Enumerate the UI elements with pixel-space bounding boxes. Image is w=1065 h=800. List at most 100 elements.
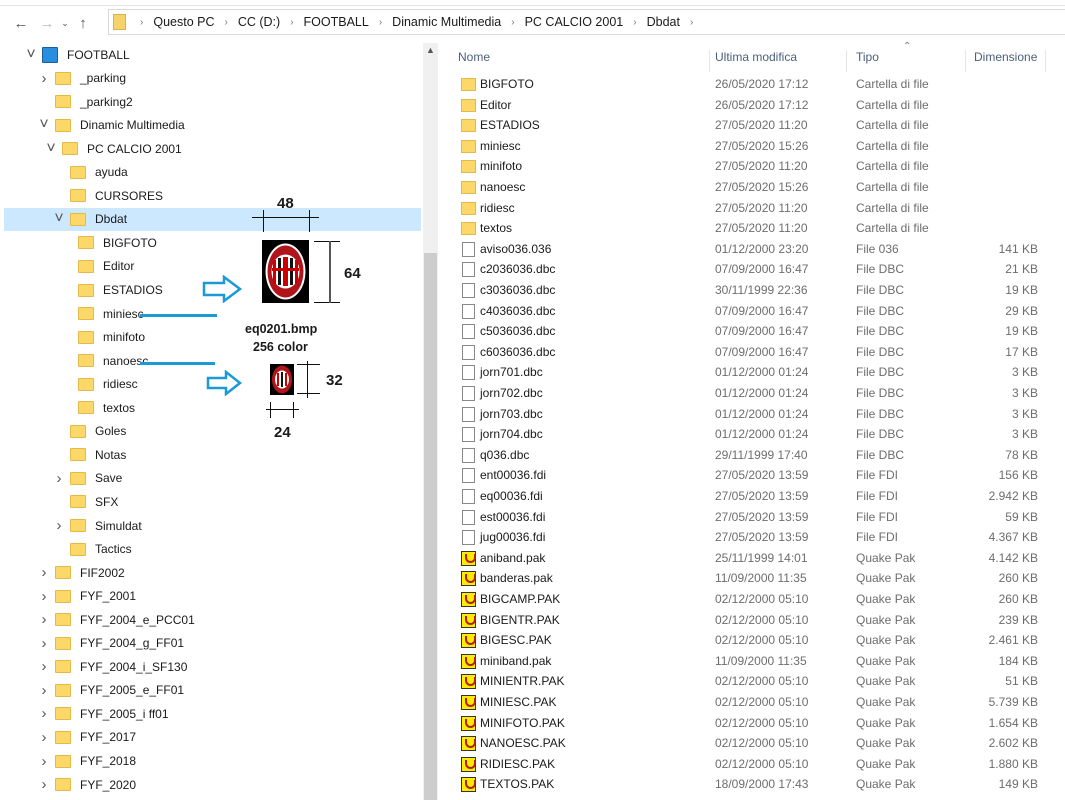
file-row[interactable]: ent00036.fdi 27/05/2020 13:59 File FDI 156 …: [440, 465, 1065, 486]
file-row[interactable]: BIGCAMP.PAK 02/12/2000 05:10 Quake Pak 260 …: [440, 589, 1065, 610]
breadcrumb-separator-icon[interactable]: ›: [379, 17, 382, 28]
tree-item[interactable]: › FYF_2004_e_PCC01: [4, 608, 421, 631]
chevron-right-icon[interactable]: ›: [38, 753, 50, 770]
tree-item[interactable]: › FYF_2001: [4, 585, 421, 608]
file-row[interactable]: textos 27/05/2020 11:20 Cartella di file: [440, 218, 1065, 239]
file-row[interactable]: minifoto 27/05/2020 11:20 Cartella di file: [440, 156, 1065, 177]
tree-item[interactable]: _parking2: [4, 90, 421, 113]
file-row[interactable]: ESTADIOS 27/05/2020 11:20 Cartella di file: [440, 115, 1065, 136]
address-bar[interactable]: › Questo PC › CC (D:) › FOOTBALL › Dinamic Mult…: [108, 9, 1065, 35]
breadcrumb-item[interactable]: Dinamic Multimedia: [392, 15, 501, 29]
file-row[interactable]: jorn703.dbc 01/12/2000 01:24 File DBC 3 KB: [440, 404, 1065, 425]
column-type[interactable]: Tipo: [848, 50, 966, 72]
file-row[interactable]: q036.dbc 29/11/1999 17:40 File DBC 78 KB: [440, 445, 1065, 466]
chevron-right-icon[interactable]: ›: [38, 658, 50, 675]
tree-item[interactable]: Tactics: [4, 538, 421, 561]
file-row[interactable]: banderas.pak 11/09/2000 11:35 Quake Pak 260…: [440, 568, 1065, 589]
chevron-right-icon[interactable]: ›: [38, 776, 50, 793]
file-row[interactable]: nanoesc 27/05/2020 15:26 Cartella di file: [440, 177, 1065, 198]
file-row[interactable]: jorn702.dbc 01/12/2000 01:24 File DBC 3 KB: [440, 383, 1065, 404]
breadcrumb-separator-icon[interactable]: ›: [224, 17, 227, 28]
tree-item[interactable]: › FYF_2020: [4, 773, 421, 796]
file-row[interactable]: c4036036.dbc 07/09/2000 16:47 File DBC 29 K…: [440, 301, 1065, 322]
tree-item[interactable]: minifoto: [4, 326, 421, 349]
tree-item[interactable]: › FYF_2005_i ff01: [4, 702, 421, 725]
file-row[interactable]: BIGFOTO 26/05/2020 17:12 Cartella di file: [440, 74, 1065, 95]
chevron-right-icon[interactable]: ›: [38, 705, 50, 722]
tree-item[interactable]: › FYF_2004_g_FF01: [4, 632, 421, 655]
file-row[interactable]: c3036036.dbc 30/11/1999 22:36 File DBC 19 K…: [440, 280, 1065, 301]
file-row[interactable]: ridiesc 27/05/2020 11:20 Cartella di file: [440, 198, 1065, 219]
file-row[interactable]: jorn704.dbc 01/12/2000 01:24 File DBC 3 KB: [440, 424, 1065, 445]
tree-item[interactable]: textos: [4, 396, 421, 419]
tree-item[interactable]: Goles: [4, 420, 421, 443]
chevron-right-icon[interactable]: ›: [38, 564, 50, 581]
up-button[interactable]: ↑: [72, 15, 94, 32]
tree-item[interactable]: Notas: [4, 443, 421, 466]
file-row[interactable]: c2036036.dbc 07/09/2000 16:47 File DBC 21 K…: [440, 259, 1065, 280]
file-row[interactable]: MINIENTR.PAK 02/12/2000 05:10 Quake Pak 51 …: [440, 671, 1065, 692]
file-row[interactable]: Editor 26/05/2020 17:12 Cartella di file: [440, 95, 1065, 116]
chevron-right-icon[interactable]: ›: [38, 635, 50, 652]
chevron-right-icon[interactable]: ›: [53, 470, 65, 487]
recent-locations-button[interactable]: ⌄: [58, 18, 72, 29]
column-name[interactable]: Nome: [450, 50, 710, 72]
file-row[interactable]: aviso036.036 01/12/2000 23:20 File 036 141 …: [440, 239, 1065, 260]
breadcrumb-separator-icon[interactable]: ›: [290, 17, 293, 28]
column-size[interactable]: Dimensione: [966, 50, 1046, 72]
file-row[interactable]: BIGENTR.PAK 02/12/2000 05:10 Quake Pak 239 …: [440, 610, 1065, 631]
tree-item[interactable]: › Save: [4, 467, 421, 490]
tree-item[interactable]: BIGFOTO: [4, 231, 421, 254]
back-button[interactable]: ←: [10, 15, 32, 32]
file-row[interactable]: est00036.fdi 27/05/2020 13:59 File FDI 59 K…: [440, 507, 1065, 528]
file-row[interactable]: MINIFOTO.PAK 02/12/2000 05:10 Quake Pak 1.6…: [440, 713, 1065, 734]
chevron-down-icon[interactable]: ˅: [53, 210, 65, 228]
chevron-right-icon[interactable]: ›: [38, 729, 50, 746]
tree-item[interactable]: › Simuldat: [4, 514, 421, 537]
tree-item[interactable]: › FYF_2004_i_SF130: [4, 655, 421, 678]
file-row[interactable]: miniesc 27/05/2020 15:26 Cartella di file: [440, 136, 1065, 157]
forward-button[interactable]: →: [36, 15, 58, 32]
tree-item[interactable]: › FYF_2005_e_FF01: [4, 679, 421, 702]
breadcrumb-item[interactable]: Dbdat: [647, 15, 680, 29]
file-row[interactable]: jug00036.fdi 27/05/2020 13:59 File FDI 4.36…: [440, 527, 1065, 548]
tree-item[interactable]: ayuda: [4, 161, 421, 184]
file-row[interactable]: RIDIESC.PAK 02/12/2000 05:10 Quake Pak 1.88…: [440, 754, 1065, 775]
chevron-right-icon[interactable]: ›: [38, 611, 50, 628]
chevron-right-icon[interactable]: ›: [38, 682, 50, 699]
breadcrumb-separator-icon[interactable]: ›: [633, 17, 636, 28]
chevron-down-icon[interactable]: ˅: [45, 140, 57, 158]
tree-item[interactable]: ˅ Dbdat: [4, 207, 421, 231]
tree-scrollbar[interactable]: ▲: [423, 43, 438, 800]
tree-item[interactable]: › _parking: [4, 67, 421, 90]
breadcrumb-separator-icon[interactable]: ›: [511, 17, 514, 28]
scrollbar-thumb[interactable]: [424, 253, 437, 800]
breadcrumb-item[interactable]: PC CALCIO 2001: [525, 15, 624, 29]
tree-item[interactable]: ˅ FOOTBALL: [4, 43, 421, 66]
file-row[interactable]: jorn701.dbc 01/12/2000 01:24 File DBC 3 KB: [440, 362, 1065, 383]
file-row[interactable]: MINIESC.PAK 02/12/2000 05:10 Quake Pak 5.73…: [440, 692, 1065, 713]
column-modified[interactable]: Ultima modifica: [707, 50, 847, 72]
file-row[interactable]: NANOESC.PAK 02/12/2000 05:10 Quake Pak 2.60…: [440, 733, 1065, 754]
breadcrumb-separator-icon[interactable]: ›: [690, 17, 693, 28]
tree-item[interactable]: SFX: [4, 490, 421, 513]
tree-item[interactable]: › FYF_2017: [4, 726, 421, 749]
breadcrumb-item[interactable]: CC (D:): [238, 15, 280, 29]
tree-item[interactable]: › FIF2002: [4, 561, 421, 584]
tree-item[interactable]: › FYF_2018: [4, 750, 421, 773]
file-row[interactable]: eq00036.fdi 27/05/2020 13:59 File FDI 2.942…: [440, 486, 1065, 507]
breadcrumb-item[interactable]: FOOTBALL: [304, 15, 369, 29]
breadcrumb-item[interactable]: Questo PC: [153, 15, 214, 29]
chevron-right-icon[interactable]: ›: [53, 517, 65, 534]
chevron-right-icon[interactable]: ›: [38, 588, 50, 605]
tree-item[interactable]: ˅ PC CALCIO 2001: [4, 137, 421, 160]
tree-item[interactable]: nanoesc: [4, 349, 421, 372]
scroll-up-icon[interactable]: ▲: [423, 45, 438, 55]
file-row[interactable]: TEXTOS.PAK 18/09/2000 17:43 Quake Pak 149 K…: [440, 774, 1065, 795]
chevron-down-icon[interactable]: ˅: [38, 116, 50, 134]
file-row[interactable]: c6036036.dbc 07/09/2000 16:47 File DBC 17 K…: [440, 342, 1065, 363]
file-row[interactable]: BIGESC.PAK 02/12/2000 05:10 Quake Pak 2.461…: [440, 630, 1065, 651]
chevron-right-icon[interactable]: ›: [38, 70, 50, 87]
tree-item[interactable]: CURSORES: [4, 184, 421, 207]
file-row[interactable]: miniband.pak 11/09/2000 11:35 Quake Pak 184…: [440, 651, 1065, 672]
